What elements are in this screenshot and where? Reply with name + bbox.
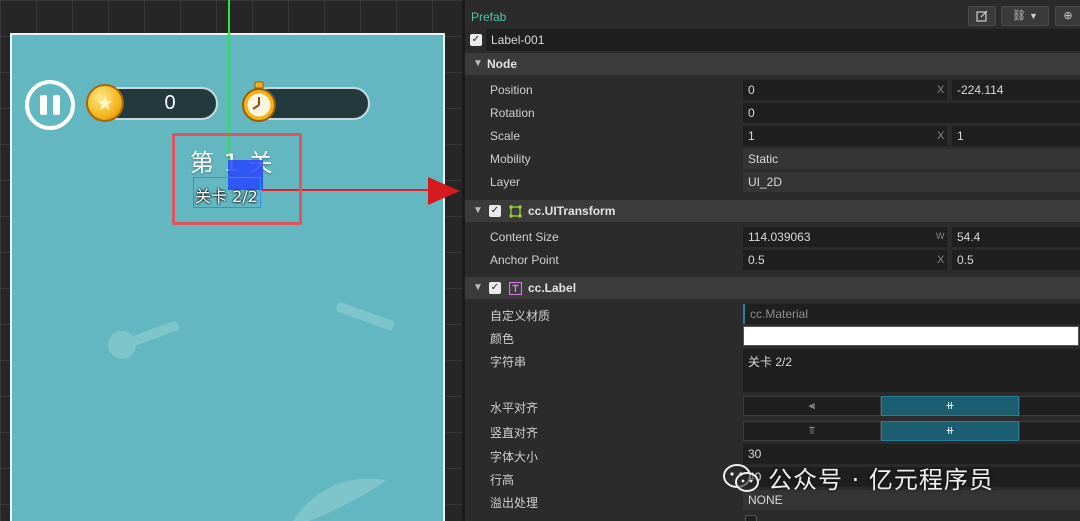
section-title: cc.UITransform [528, 204, 616, 218]
inspector-toolbar: Prefab ⛓ ▼ ⊕ [465, 4, 1080, 28]
scale-x-input[interactable]: 1 [743, 126, 947, 146]
string-label: 字符串 [490, 355, 527, 369]
layer-select[interactable]: UI_2D [743, 172, 1080, 192]
prefab-label: Prefab [471, 10, 507, 24]
pause-bar [53, 95, 60, 115]
layer-label: Layer [490, 175, 521, 189]
scale-label: Scale [490, 129, 521, 143]
custom-material-field[interactable]: cc.Material [743, 304, 1080, 324]
decor-leaf-icon [292, 478, 387, 521]
rotation-input[interactable]: 0 [743, 103, 1080, 123]
color-label: 颜色 [490, 332, 515, 346]
wechat-watermark: 公众号 · 亿元程序员 [722, 460, 994, 495]
axis-w-label: W [936, 231, 945, 241]
node-name-input[interactable]: Label-001 [486, 29, 1080, 51]
position-y-input[interactable]: -224.114 [952, 80, 1080, 100]
collapse-arrow-icon: ▼ [473, 282, 483, 293]
color-swatch[interactable] [743, 326, 1079, 346]
anchor-x-input[interactable]: 0.5 [743, 250, 947, 270]
mobility-label: Mobility [490, 152, 531, 166]
horizontal-align-label: 水平对齐 [490, 401, 539, 415]
section-title: Node [487, 57, 517, 71]
halign-left-button[interactable]: ⫷ [743, 396, 881, 416]
rotation-label: Rotation [490, 106, 535, 120]
section-label[interactable]: ▼ ✓ cc.Label [465, 277, 1080, 299]
transform-icon [509, 205, 522, 218]
line-height-label: 行高 [490, 473, 515, 487]
link-dropdown-button[interactable]: ⛓ ▼ [1001, 6, 1049, 26]
valign-bottom-button[interactable] [1019, 421, 1080, 441]
axis-x-label: X [937, 130, 945, 142]
string-textarea[interactable]: 关卡 2/2 [743, 349, 1080, 392]
vertical-align-label: 竖直对齐 [490, 426, 539, 440]
highlight-frame [172, 133, 302, 225]
section-node[interactable]: ▼ Node [465, 53, 1080, 75]
align-left-icon: ⫷ [808, 400, 816, 412]
crosshair-icon: ⊕ [1063, 10, 1073, 22]
locate-button[interactable]: ⊕ [1055, 6, 1080, 26]
align-middle-icon: ⧺ [945, 425, 955, 437]
content-size-label: Content Size [490, 230, 559, 244]
align-center-icon: ⧺ [945, 400, 955, 412]
section-uitransform[interactable]: ▼ ✓ cc.UITransform [465, 200, 1080, 222]
axis-x-label: X [937, 84, 945, 96]
valign-top-button[interactable]: ⫪ [743, 421, 881, 441]
chevron-down-icon: ▼ [1029, 11, 1038, 21]
halign-right-button[interactable] [1019, 396, 1080, 416]
edit-prefab-button[interactable] [968, 6, 996, 26]
content-height-input[interactable]: 54.4 [952, 227, 1080, 247]
section-title: cc.Label [528, 281, 577, 295]
pause-button[interactable] [25, 80, 75, 130]
wechat-icon [723, 463, 759, 492]
anchor-y-input[interactable]: 0.5 [952, 250, 1080, 270]
component-enabled-checkbox[interactable]: ✓ [489, 282, 501, 294]
coin-star-icon: ★ [86, 84, 124, 122]
collapse-arrow-icon: ▼ [473, 205, 483, 216]
inspector-panel: Prefab ⛓ ▼ ⊕ ✓ Label-001 ▼ Node Position… [462, 0, 1080, 521]
scale-y-input[interactable]: 1 [952, 126, 1080, 146]
gizmo-x-arrow[interactable] [428, 177, 460, 205]
scene-view[interactable]: 0 ★ 第 1 关 关卡 2/2 [0, 0, 462, 521]
font-size-label: 字体大小 [490, 450, 539, 464]
link-icon: ⛓ [1012, 10, 1026, 22]
anchor-point-label: Anchor Point [490, 253, 559, 267]
overflow-label: 溢出处理 [490, 496, 539, 510]
text-component-icon [509, 282, 522, 295]
position-x-input[interactable]: 0 [743, 80, 947, 100]
node-active-checkbox[interactable]: ✓ [470, 34, 482, 46]
halign-center-button[interactable]: ⧺ [881, 396, 1019, 416]
decor-nail-icon [108, 321, 179, 359]
collapse-arrow-icon: ▼ [473, 58, 483, 69]
pause-bar [40, 95, 47, 115]
position-label: Position [490, 83, 533, 97]
valign-center-button[interactable]: ⧺ [881, 421, 1019, 441]
mobility-select[interactable]: Static [743, 149, 1080, 169]
wrap-checkbox[interactable] [745, 515, 757, 521]
decor-nail-icon [336, 302, 395, 331]
align-top-icon: ⫪ [808, 425, 816, 437]
edit-icon [976, 10, 988, 22]
content-width-input[interactable]: 114.039063 [743, 227, 947, 247]
stopwatch-icon [242, 81, 276, 122]
axis-x-label: X [937, 254, 945, 266]
watermark-text: 公众号 · 亿元程序员 [768, 466, 994, 494]
custom-material-label: 自定义材质 [490, 309, 551, 323]
node-name-row: ✓ Label-001 [465, 29, 1080, 51]
component-enabled-checkbox[interactable]: ✓ [489, 205, 501, 217]
